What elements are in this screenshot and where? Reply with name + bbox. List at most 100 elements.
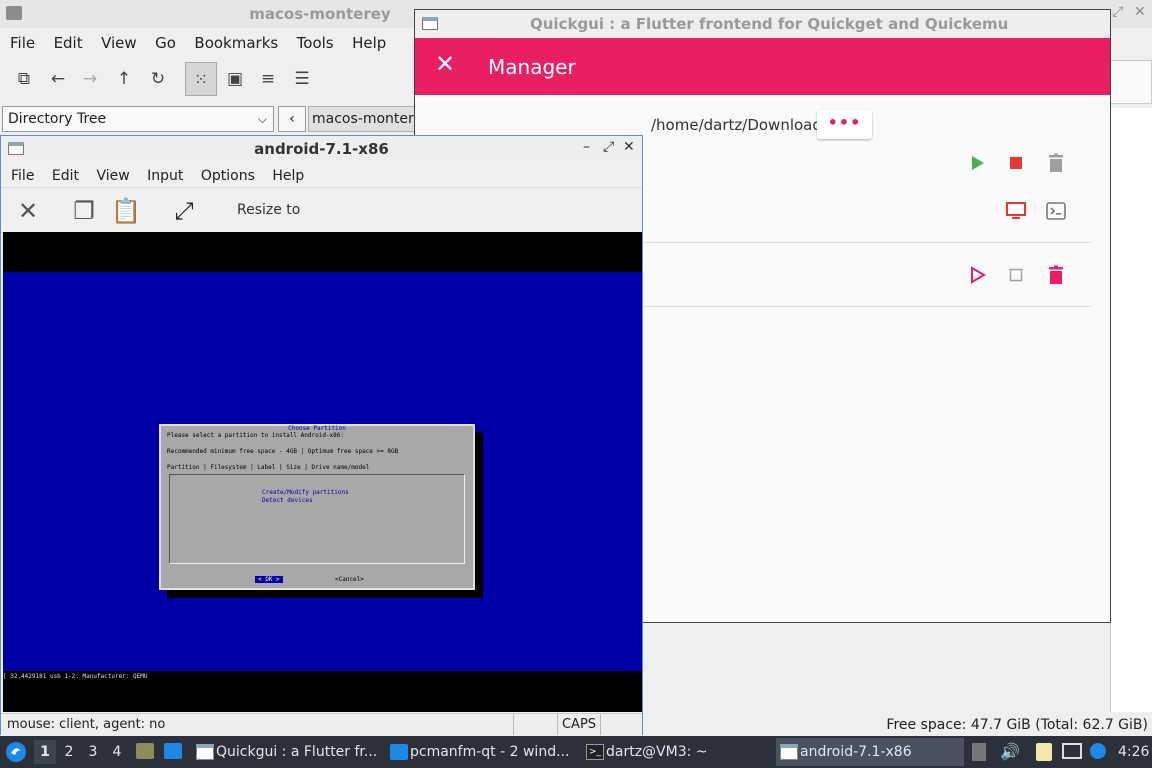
terminal-icon: >_ <box>586 744 604 760</box>
show-desktop-icon[interactable] <box>164 743 182 759</box>
volume-icon[interactable]: 🔊 <box>1000 736 1020 768</box>
close-icon[interactable]: ✕ <box>623 139 635 155</box>
row-divider <box>643 306 1091 307</box>
window-icon <box>780 744 798 760</box>
chevron-down-icon: ⌵ <box>257 112 267 126</box>
menu-edit[interactable]: Edit <box>52 164 79 188</box>
fm-path-bar[interactable] <box>1110 60 1152 104</box>
menu-view[interactable]: View <box>101 30 137 56</box>
option-detect-devices[interactable]: Detect devices <box>262 497 313 504</box>
menu-tools[interactable]: Tools <box>297 30 334 56</box>
qg-titlebar[interactable]: Quickgui : a Flutter frontend for Quickg… <box>415 10 1110 38</box>
workspace-1[interactable]: 1 <box>34 740 56 764</box>
task-pcmanfm[interactable]: pcmanfm-qt - 2 wind... <box>386 738 574 766</box>
detailed-list-icon[interactable]: ☰ <box>286 62 318 96</box>
clock[interactable]: 4:26 <box>1118 736 1149 768</box>
partition-list[interactable]: Create/Modify partitions Detect devices <box>169 474 465 564</box>
caps-indicator: CAPS <box>557 714 601 735</box>
vm-display[interactable]: Choose Partition Please select a partiti… <box>3 232 642 712</box>
fullscreen-icon[interactable]: ⤢ <box>167 194 201 228</box>
menu-edit[interactable]: Edit <box>54 30 83 56</box>
dialog-columns: Partition | Filesystem | Label | Size | … <box>167 464 370 471</box>
maximize-icon[interactable]: ⤢ <box>603 139 614 155</box>
display-icon[interactable] <box>1004 199 1028 223</box>
choose-folder-button[interactable]: ••• <box>817 110 872 139</box>
android-vm-window: android-7.1-x86 – ⤢ ✕ File Edit View Inp… <box>0 135 643 735</box>
task-android-vm[interactable]: android-7.1-x86 <box>776 738 964 766</box>
play-icon[interactable] <box>965 263 989 287</box>
dialog-free-space: Recommended minimum free space - 4GB | O… <box>167 448 399 455</box>
network-icon[interactable] <box>1062 743 1082 759</box>
fm-menubar: File Edit View Go Bookmarks Tools Help <box>0 30 420 56</box>
menu-file[interactable]: File <box>11 164 34 188</box>
console-log-line: [ 32.4429181 usb 1-2: Manufacturer: QEMU <box>3 673 148 680</box>
dialog-prompt: Please select a partition to install And… <box>167 432 345 439</box>
sidebar-mode-label: Directory Tree <box>8 111 107 127</box>
fm-toolbar: ⧉ ← → ↑ ↻ ⁙ ▣ ≡ ☰ <box>0 62 420 98</box>
tab-scroll-left-button[interactable]: ‹ <box>278 106 306 132</box>
menu-bookmarks[interactable]: Bookmarks <box>194 30 278 56</box>
start-menu-icon[interactable] <box>5 741 27 763</box>
stop-icon[interactable] <box>1004 151 1028 175</box>
task-quickgui[interactable]: Quickgui : a Flutter fr... <box>192 738 380 766</box>
installer-background: Choose Partition Please select a partiti… <box>3 272 642 680</box>
menu-view[interactable]: View <box>96 164 129 188</box>
aw-titlebar[interactable]: android-7.1-x86 – ⤢ ✕ <box>1 136 642 162</box>
close-icon[interactable]: ✕ <box>1134 4 1146 20</box>
taskbar: 1 2 3 4 Quickgui : a Flutter fr... pcman… <box>0 736 1152 768</box>
aw-statusbar: mouse: client, agent: no CAPS <box>1 713 642 735</box>
menu-help[interactable]: Help <box>352 30 386 56</box>
menu-input[interactable]: Input <box>147 164 183 188</box>
task-label: dartz@VM3: ~ <box>606 744 708 760</box>
workspace-2[interactable]: 2 <box>58 740 80 764</box>
choose-partition-dialog: Choose Partition Please select a partiti… <box>159 424 475 590</box>
thumbnail-view-icon[interactable]: ▣ <box>219 62 251 96</box>
workspace-4[interactable]: 4 <box>106 740 128 764</box>
new-window-icon[interactable]: ⧉ <box>8 62 40 96</box>
minimize-icon[interactable]: – <box>583 139 590 155</box>
close-icon[interactable]: ✕ <box>435 50 455 78</box>
reload-icon[interactable]: ↻ <box>142 62 174 96</box>
row-divider <box>643 242 1091 243</box>
icon-view-icon[interactable]: ⁙ <box>185 62 217 96</box>
terminal-icon[interactable] <box>1044 199 1068 223</box>
fm-folder-view[interactable] <box>1110 108 1152 712</box>
task-label: Quickgui : a Flutter fr... <box>216 744 378 760</box>
dialog-title: Choose Partition <box>288 425 346 432</box>
forward-arrow-icon[interactable]: → <box>74 62 106 96</box>
qg-appbar: ✕ Manager <box>415 38 1110 95</box>
menu-file[interactable]: File <box>10 30 35 56</box>
window-icon <box>196 744 214 760</box>
mouse-status: mouse: client, agent: no <box>7 717 166 732</box>
copy-icon[interactable]: ❐ <box>67 194 101 228</box>
close-icon[interactable]: ✕ <box>11 194 45 228</box>
play-icon[interactable] <box>965 151 989 175</box>
info-icon[interactable] <box>1090 743 1106 759</box>
cancel-button[interactable]: <Cancel> <box>335 576 364 583</box>
archive-icon[interactable] <box>136 743 154 759</box>
menu-go[interactable]: Go <box>155 30 176 56</box>
task-terminal[interactable]: >_ dartz@VM3: ~ <box>582 738 770 766</box>
qg-title: Quickgui : a Flutter frontend for Quickg… <box>530 15 1009 33</box>
menu-options[interactable]: Options <box>201 164 255 188</box>
window-icon <box>422 17 438 30</box>
resize-to-button[interactable]: Resize to <box>237 202 300 218</box>
sidebar-mode-select[interactable]: Directory Tree ⌵ <box>2 106 274 132</box>
ok-button[interactable]: < OK > <box>255 576 283 583</box>
menu-help[interactable]: Help <box>272 164 304 188</box>
compact-view-icon[interactable]: ≡ <box>252 62 284 96</box>
maximize-icon[interactable]: ⤢ <box>1112 4 1123 20</box>
option-create-modify[interactable]: Create/Modify partitions <box>262 489 349 496</box>
task-label: pcmanfm-qt - 2 wind... <box>410 744 570 760</box>
clipboard-icon[interactable] <box>1036 743 1052 761</box>
up-arrow-icon[interactable]: ↑ <box>108 62 140 96</box>
workspace-3[interactable]: 3 <box>82 740 104 764</box>
aw-menubar: File Edit View Input Options Help <box>1 164 642 188</box>
delete-icon[interactable] <box>1044 263 1068 287</box>
delete-icon[interactable] <box>1044 151 1068 175</box>
back-arrow-icon[interactable]: ← <box>42 62 74 96</box>
tab-macos-monterey[interactable]: macos-monterey <box>308 106 420 132</box>
paste-icon[interactable]: 📋 <box>109 194 143 228</box>
stop-icon[interactable] <box>1004 263 1028 287</box>
battery-icon[interactable] <box>972 743 986 761</box>
